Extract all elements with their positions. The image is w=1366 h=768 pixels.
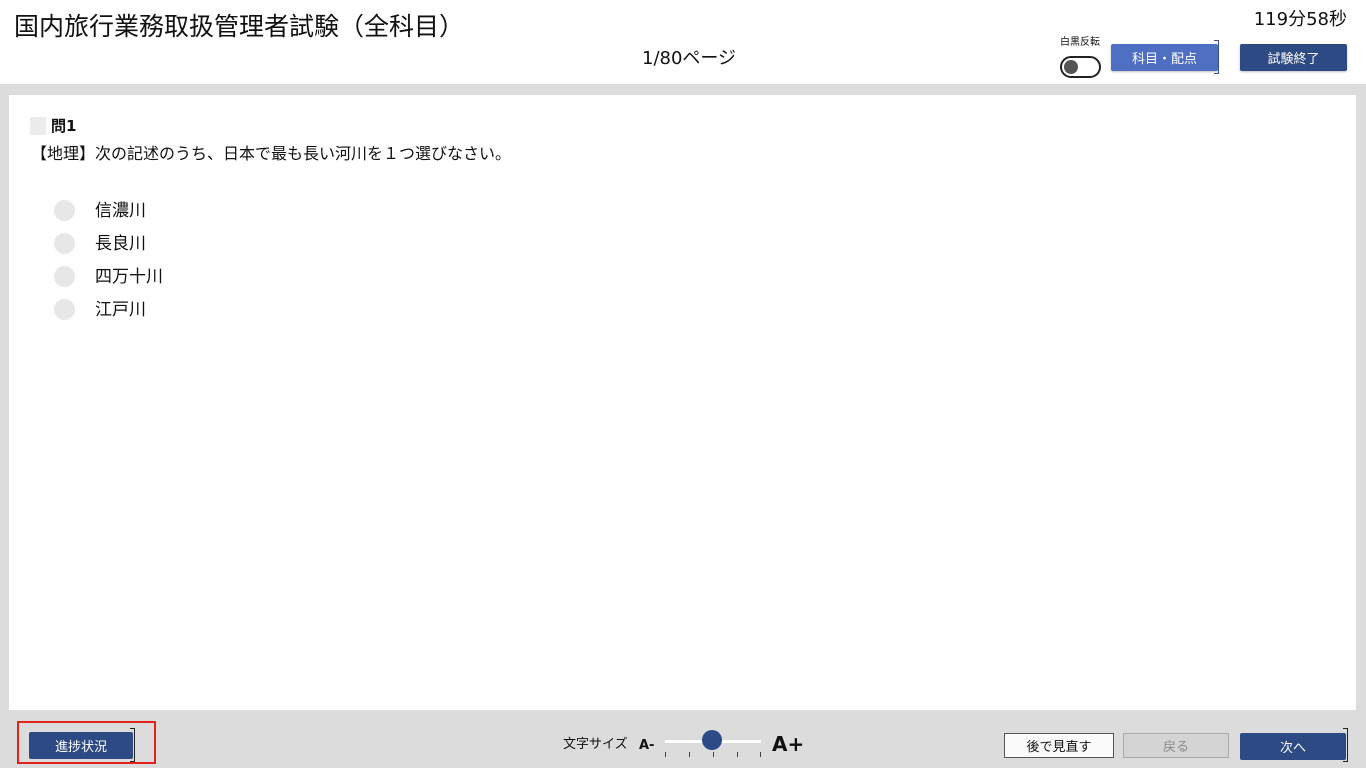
choice-label[interactable]: 長良川: [95, 233, 146, 255]
radio-button[interactable]: [54, 200, 75, 221]
end-exam-button[interactable]: 試験終了: [1240, 44, 1347, 71]
slider-tick: [760, 752, 761, 757]
answer-choices: 信濃川 長良川 四万十川 江戸川: [54, 194, 354, 326]
question-panel: 問1 【地理】次の記述のうち、日本で最も長い河川を１つ選びなさい。 信濃川 長良…: [9, 95, 1356, 710]
question-number: 問1: [51, 117, 77, 135]
focus-bracket: [1343, 728, 1348, 762]
invert-colors-control: 白黒反転: [1055, 36, 1105, 80]
font-size-label: 文字サイズ: [563, 737, 628, 752]
slider-tick: [689, 752, 690, 757]
radio-button[interactable]: [54, 299, 75, 320]
slider-tick: [665, 752, 666, 757]
font-decrease-button[interactable]: A-: [639, 737, 654, 755]
next-button[interactable]: 次へ: [1240, 733, 1346, 760]
page-counter: 1/80ページ: [642, 48, 737, 69]
choice-option[interactable]: 四万十川: [54, 260, 354, 293]
choice-option[interactable]: 長良川: [54, 227, 354, 260]
review-later-button[interactable]: 後で見直す: [1004, 733, 1114, 758]
back-button[interactable]: 戻る: [1123, 733, 1229, 758]
question-flag-icon[interactable]: [30, 117, 46, 135]
progress-status-button[interactable]: 進捗状況: [29, 732, 133, 759]
question-text: 【地理】次の記述のうち、日本で最も長い河川を１つ選びなさい。: [31, 144, 512, 163]
focus-bracket: [1214, 40, 1219, 74]
choice-option[interactable]: 江戸川: [54, 293, 354, 326]
focus-bracket: [130, 728, 135, 762]
invert-colors-toggle[interactable]: [1060, 56, 1101, 78]
slider-tick: [713, 752, 714, 757]
radio-button[interactable]: [54, 266, 75, 287]
exam-header: 国内旅行業務取扱管理者試験（全科目） 119分58秒 1/80ページ 白黒反転 …: [0, 0, 1366, 84]
font-size-slider-thumb[interactable]: [702, 730, 722, 750]
exam-title: 国内旅行業務取扱管理者試験（全科目）: [14, 12, 465, 41]
slider-tick: [737, 752, 738, 757]
choice-label[interactable]: 江戸川: [95, 299, 146, 321]
remaining-time: 119分58秒: [1253, 9, 1347, 30]
invert-colors-label: 白黒反転: [1060, 37, 1100, 48]
subject-allocation-button[interactable]: 科目・配点: [1111, 44, 1218, 71]
font-increase-button[interactable]: A+: [772, 731, 804, 757]
radio-button[interactable]: [54, 233, 75, 254]
choice-label[interactable]: 信濃川: [95, 200, 146, 222]
toggle-knob: [1064, 60, 1078, 74]
font-size-slider-ticks: [665, 752, 761, 758]
choice-option[interactable]: 信濃川: [54, 194, 354, 227]
choice-label[interactable]: 四万十川: [95, 266, 163, 288]
